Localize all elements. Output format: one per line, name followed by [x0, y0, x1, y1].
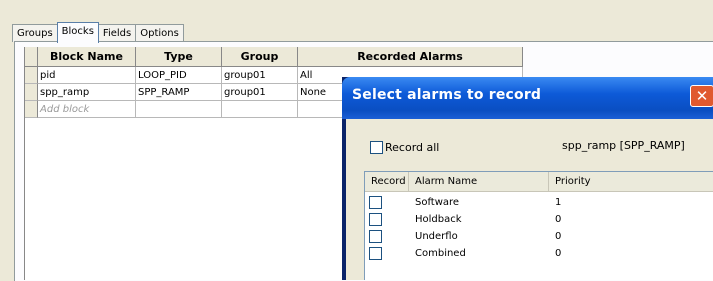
list-item[interactable]: Holdback 0 — [365, 211, 713, 228]
record-all-checkbox[interactable]: Record all — [370, 139, 439, 155]
alarm-name: Underflo — [415, 231, 458, 242]
column-header-group[interactable]: Group — [222, 47, 298, 66]
alarm-name: Software — [415, 197, 460, 208]
row-header[interactable] — [25, 84, 38, 101]
alarm-priority: 0 — [555, 214, 562, 225]
alarm-name: Combined — [415, 248, 466, 259]
cell-block-name[interactable]: pid — [38, 67, 136, 84]
record-checkbox[interactable] — [369, 196, 382, 209]
dialog-title-bar[interactable]: Select alarms to record ✕ — [342, 77, 713, 119]
column-header-type[interactable]: Type — [136, 47, 222, 66]
record-checkbox[interactable] — [369, 247, 382, 260]
column-header-priority[interactable]: Priority — [549, 172, 713, 191]
grid-header: Block Name Type Group Recorded Alarms — [25, 47, 523, 67]
cell-type[interactable]: SPP_RAMP — [136, 84, 222, 101]
record-checkbox[interactable] — [369, 230, 382, 243]
alarm-priority: 1 — [555, 197, 562, 208]
column-header-record[interactable]: Record — [365, 172, 409, 191]
alarm-priority: 0 — [555, 248, 562, 259]
checkbox-icon[interactable] — [370, 140, 383, 154]
tab-groups[interactable]: Groups — [12, 24, 58, 42]
alarm-name: Holdback — [415, 214, 462, 225]
tab-blocks[interactable]: Blocks — [56, 22, 99, 43]
select-alarms-dialog: Select alarms to record ✕ Record all spp… — [342, 77, 713, 280]
record-all-label: Record all — [385, 140, 440, 154]
add-block-placeholder[interactable]: Add block — [38, 101, 136, 118]
row-header[interactable] — [25, 101, 38, 118]
record-checkbox[interactable] — [369, 213, 382, 226]
alarms-table: Record Alarm Name Priority Software 1 Ho… — [364, 171, 713, 280]
close-icon: ✕ — [695, 87, 709, 105]
block-reference: spp_ramp [SPP_RAMP] — [562, 139, 685, 152]
tab-strip: Groups Blocks Fields Options — [12, 22, 184, 43]
cell-type[interactable]: LOOP_PID — [136, 67, 222, 84]
cell-block-name[interactable]: spp_ramp — [38, 84, 136, 101]
cell-group[interactable] — [222, 101, 298, 118]
alarms-table-header: Record Alarm Name Priority — [365, 172, 713, 192]
dialog-body: Record all spp_ramp [SPP_RAMP] Record Al… — [346, 119, 713, 280]
close-button[interactable]: ✕ — [690, 85, 713, 107]
row-header[interactable] — [25, 67, 38, 84]
list-item[interactable]: Software 1 — [365, 194, 713, 211]
column-header-block-name[interactable]: Block Name — [38, 47, 136, 66]
row-header-corner — [25, 47, 38, 66]
list-item[interactable]: Combined 0 — [365, 245, 713, 262]
list-item[interactable]: Underflo 0 — [365, 228, 713, 245]
column-header-alarm-name[interactable]: Alarm Name — [409, 172, 549, 191]
dialog-title: Select alarms to record — [352, 87, 542, 103]
cell-group[interactable]: group01 — [222, 84, 298, 101]
tab-options[interactable]: Options — [135, 24, 184, 42]
column-header-recorded-alarms[interactable]: Recorded Alarms — [298, 47, 523, 66]
cell-type[interactable] — [136, 101, 222, 118]
cell-group[interactable]: group01 — [222, 67, 298, 84]
alarm-priority: 0 — [555, 231, 562, 242]
tab-fields[interactable]: Fields — [97, 24, 137, 42]
